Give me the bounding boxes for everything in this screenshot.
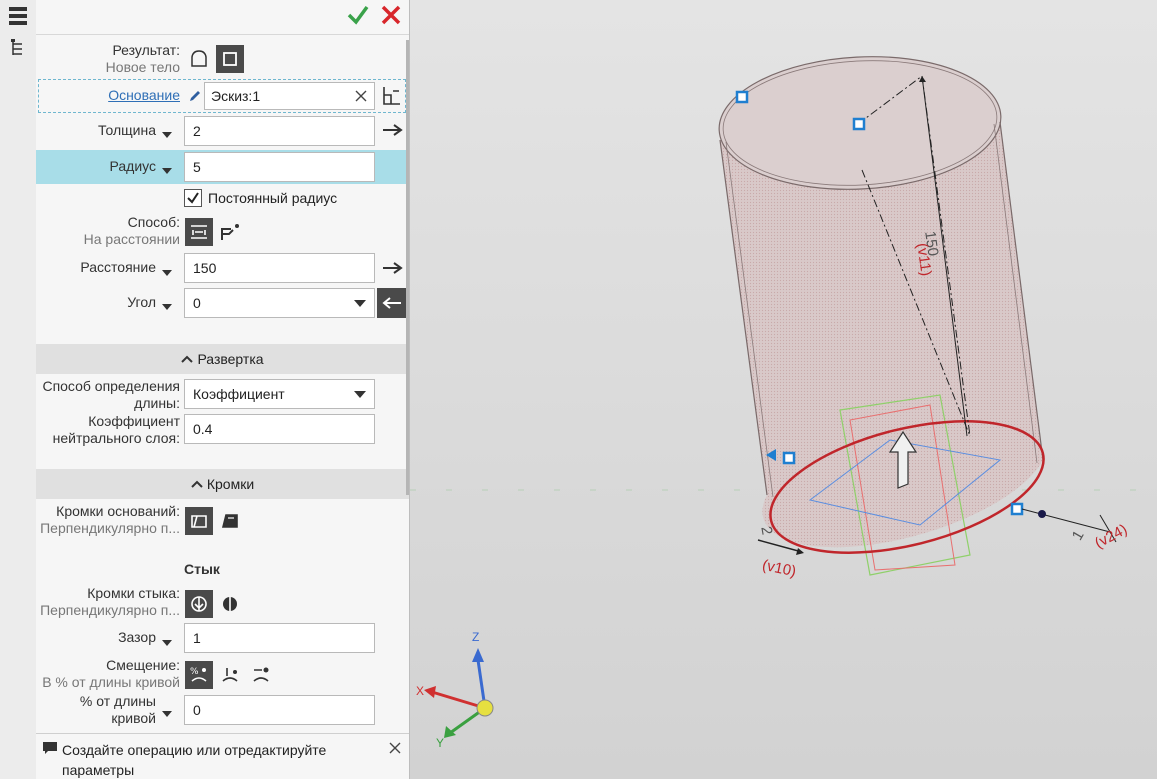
percent-label: % от длины кривой (79, 693, 156, 726)
offset-percent-icon[interactable]: % (185, 661, 213, 689)
distance-direction-icon[interactable] (382, 260, 404, 279)
collapse-icon (191, 480, 203, 488)
constant-radius-label: Постоянный радиус (208, 190, 338, 206)
radius-dropdown-icon[interactable] (162, 162, 172, 178)
joint-perpendicular-icon[interactable] (185, 590, 213, 618)
length-method-arrow-icon (354, 390, 366, 398)
hint-text: Создайте операцию или отредактируйте пар… (62, 742, 327, 778)
grip-base-right[interactable] (1010, 502, 1024, 516)
radius-field[interactable]: 5 (184, 152, 375, 182)
tool-strip (0, 0, 37, 779)
grip-top-edge[interactable] (735, 90, 749, 104)
hint-close-icon[interactable] (389, 741, 401, 757)
base-field[interactable]: Эскиз:1 (204, 82, 375, 110)
method-label: Способ: На расстоянии (36, 214, 180, 248)
angle-select[interactable]: 0 (184, 288, 375, 318)
result-add-icon[interactable] (185, 45, 213, 73)
axis-z-label: Z (472, 630, 480, 644)
angle-select-arrow-icon (354, 299, 366, 307)
panel-toolbar (36, 0, 409, 35)
base-link[interactable]: Основание (36, 87, 180, 104)
clear-icon[interactable] (354, 89, 368, 106)
accept-icon[interactable] (346, 3, 370, 30)
angle-dropdown-icon[interactable] (162, 298, 172, 314)
thickness-field[interactable]: 2 (184, 116, 375, 146)
distance-dropdown-icon[interactable] (162, 264, 172, 280)
offset-point-icon[interactable] (247, 661, 275, 689)
distance-field[interactable]: 150 (184, 253, 375, 283)
message-icon (42, 741, 58, 758)
offset-label: Смещение: В % от длины кривой (36, 657, 180, 691)
joint-edges-label: Кромки стыка: Перпендикулярно п... (36, 585, 180, 619)
thickness-label: Толщина (98, 122, 156, 138)
thickness-dropdown-icon[interactable] (162, 126, 172, 142)
svg-text:%: % (190, 667, 199, 677)
gap-label: Зазор (118, 629, 156, 645)
grip-base-left[interactable] (782, 451, 796, 465)
gap-dropdown-icon[interactable] (162, 634, 172, 650)
result-value: Новое тело (105, 59, 180, 75)
gap-field[interactable]: 1 (184, 623, 375, 653)
distance-label: Расстояние (80, 259, 156, 275)
model-tree-icon[interactable] (4, 34, 32, 62)
length-method-select[interactable]: Коэффициент (184, 379, 375, 409)
perpendicular-edges-icon[interactable] (185, 507, 213, 535)
offset-value: В % от длины кривой (42, 674, 180, 690)
axis-origin (476, 699, 494, 717)
joint-title: Стык (184, 561, 220, 577)
percent-dropdown-icon[interactable] (162, 705, 172, 721)
base-edges-value: Перпендикулярно п... (40, 520, 180, 536)
cancel-icon[interactable] (379, 3, 403, 30)
select-base-icon[interactable] (381, 85, 403, 110)
property-panel: Результат: Новое тело Основание Эскиз:1 … (36, 0, 410, 779)
neutral-coef-label: Коэффициент нейтрального слоя: (52, 413, 180, 446)
joint-vertical-icon[interactable] (216, 590, 244, 618)
base-edges-label: Кромки оснований: Перпендикулярно п... (36, 503, 180, 537)
grip-top-center[interactable] (852, 117, 866, 131)
panel-scrollbar[interactable] (406, 40, 409, 495)
edges-section-header[interactable]: Кромки (36, 469, 409, 499)
new-body-icon[interactable] (216, 45, 244, 73)
length-method-label: Способ определения длины: (42, 378, 180, 411)
result-label: Результат: Новое тело (36, 42, 180, 76)
to-object-icon[interactable] (216, 218, 244, 246)
3d-viewport[interactable]: 150 (v11) 2 (v10) 1 (v24) Z X Y (410, 0, 1157, 779)
percent-field[interactable]: 0 (184, 695, 375, 725)
menu-icon[interactable] (4, 2, 32, 30)
neutral-coef-field[interactable]: 0.4 (184, 414, 375, 444)
axis-y-label: Y (436, 736, 445, 750)
by-distance-icon[interactable] (185, 218, 213, 246)
vertical-edges-icon[interactable] (216, 507, 244, 535)
offset-length-icon[interactable] (216, 661, 244, 689)
angle-direction-icon[interactable] (377, 288, 407, 318)
constant-radius-checkbox[interactable] (184, 189, 202, 207)
axis-x-label: X (416, 684, 425, 698)
unfold-section-header[interactable]: Развертка (36, 344, 409, 374)
angle-label: Угол (127, 294, 156, 310)
cylinder-body[interactable] (716, 50, 1044, 548)
joint-edges-value: Перпендикулярно п... (40, 602, 180, 618)
collapse-icon (181, 355, 194, 363)
radius-label: Радиус (109, 158, 157, 174)
pencil-icon (188, 89, 202, 106)
method-value: На расстоянии (83, 231, 180, 247)
direction-arrow-icon[interactable] (382, 122, 404, 141)
